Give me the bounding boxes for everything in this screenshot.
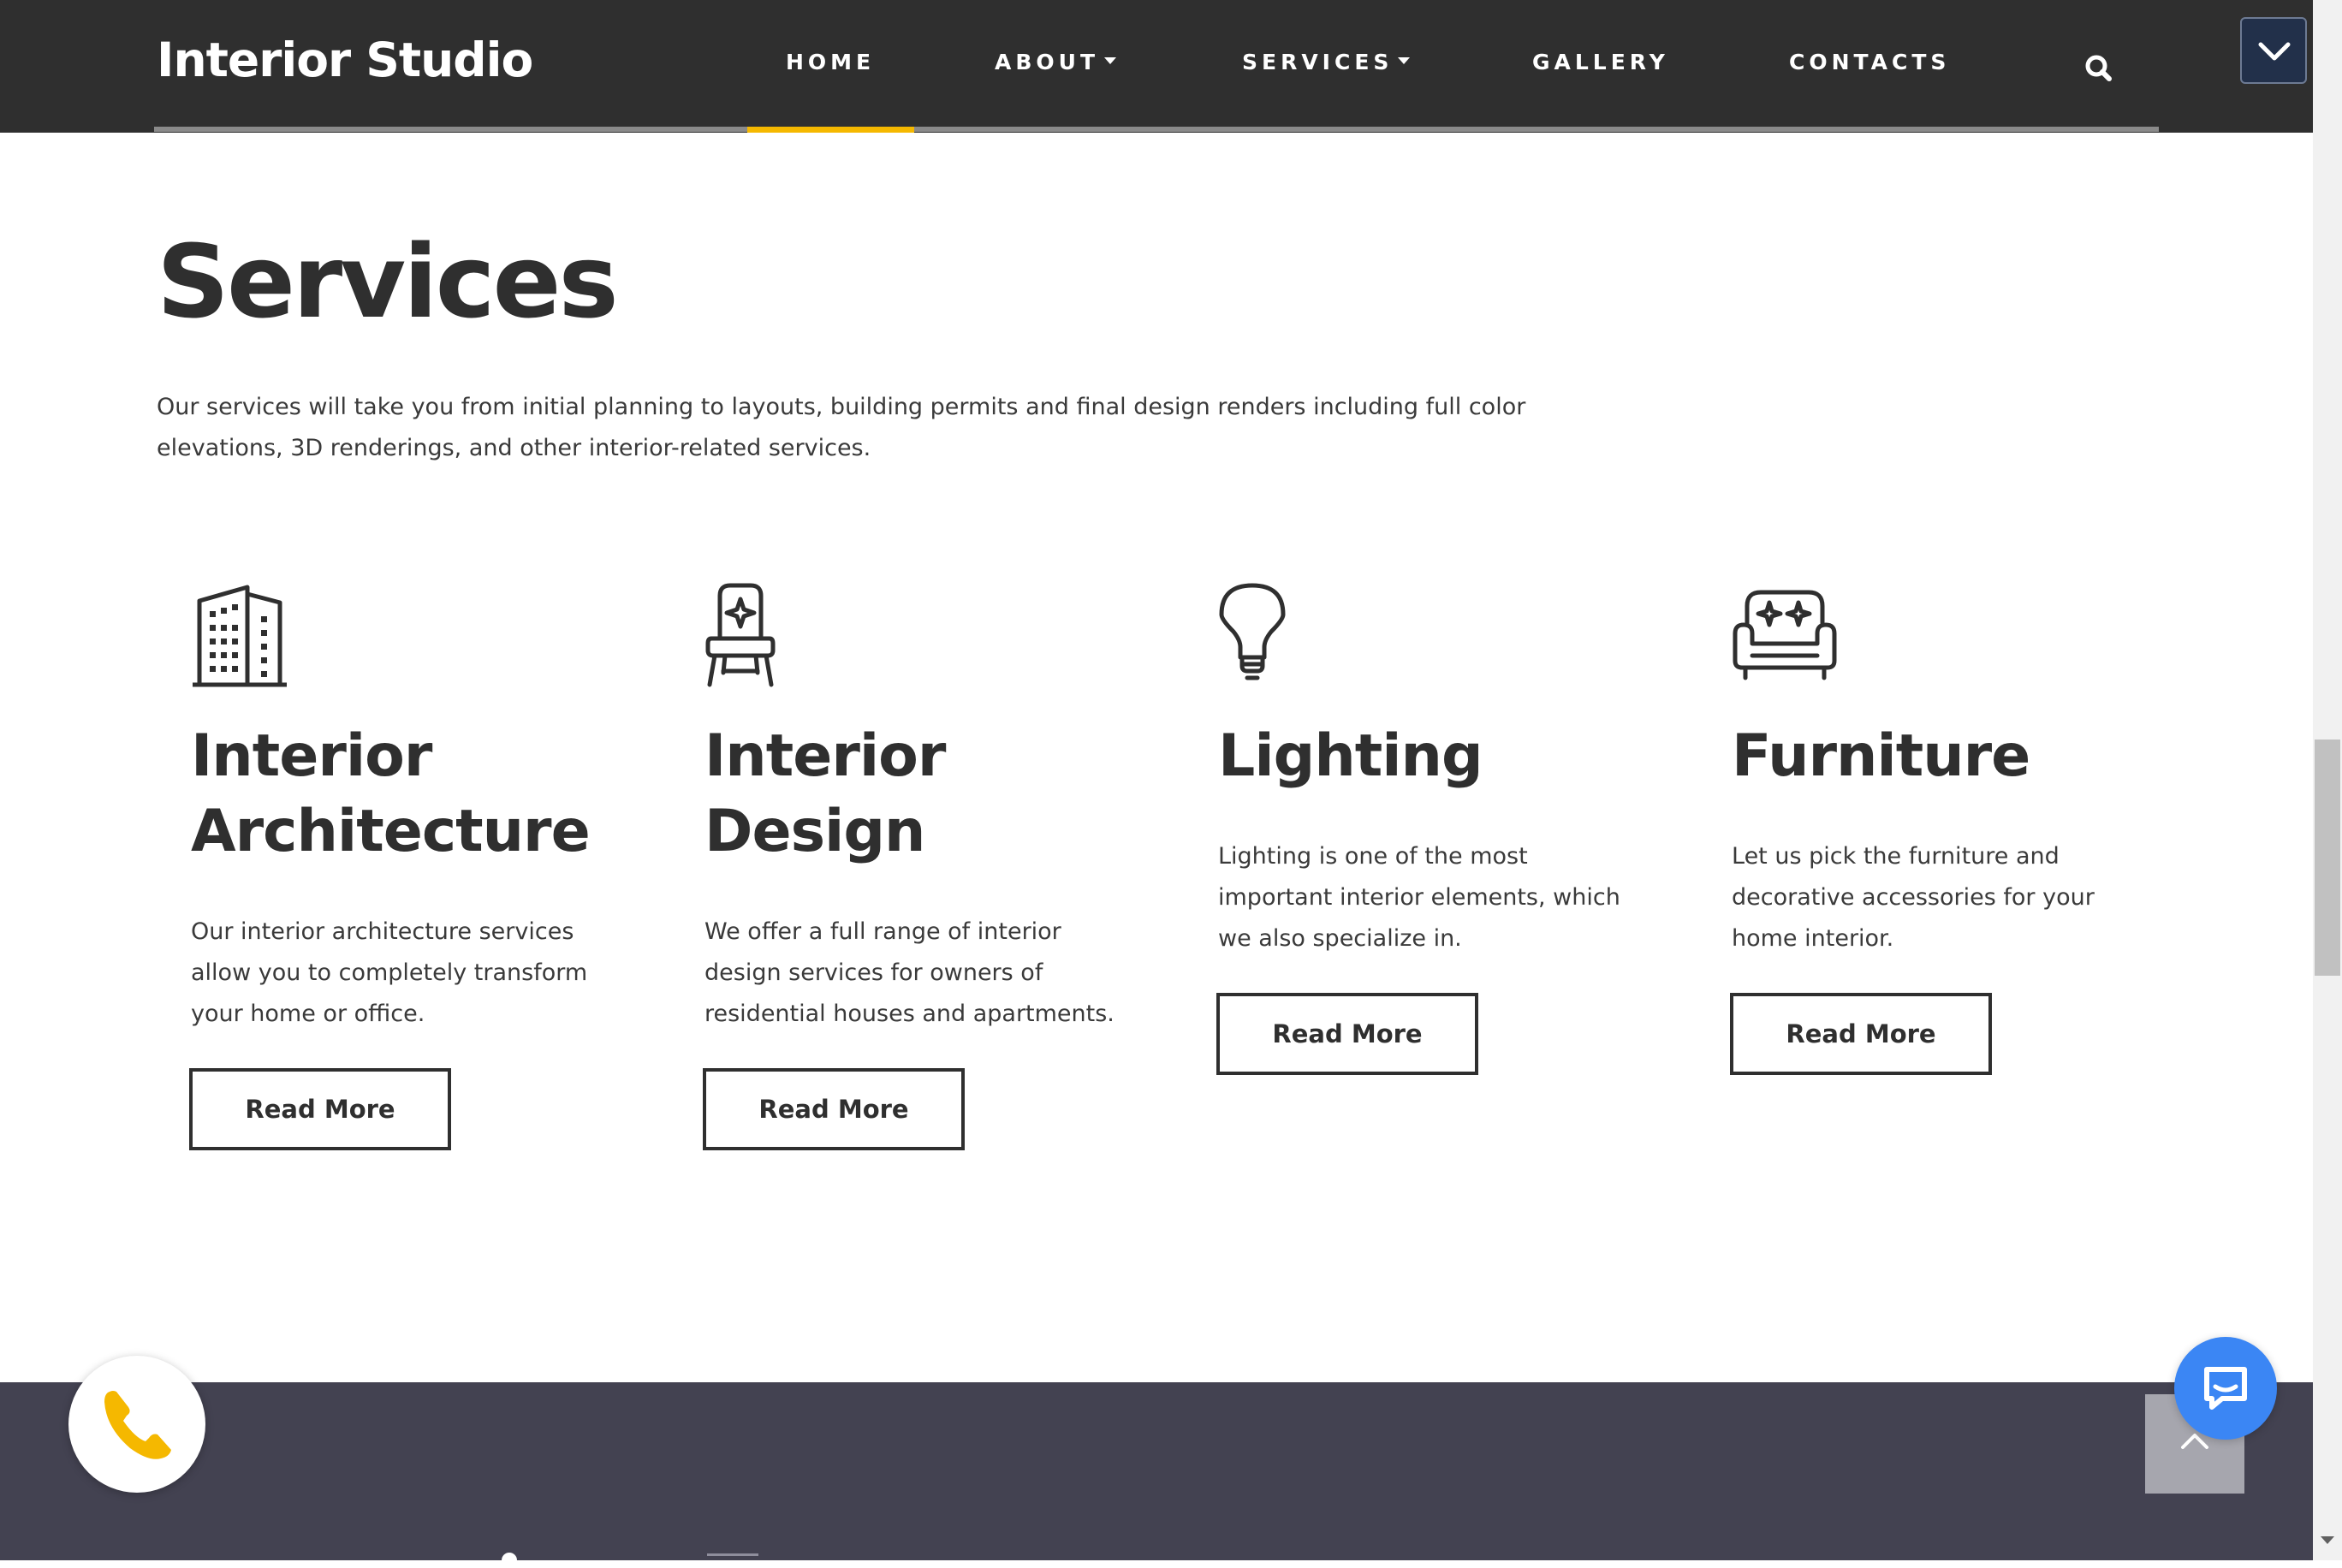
- nav-services[interactable]: SERVICES: [1242, 50, 1411, 75]
- call-button[interactable]: [68, 1356, 205, 1493]
- footer-partial-glyph: [502, 1553, 517, 1568]
- nav-active-indicator: [747, 127, 914, 133]
- nav-home[interactable]: HOME: [786, 50, 875, 75]
- light-bulb-icon: [1218, 582, 1287, 692]
- search-icon[interactable]: [2082, 51, 2116, 86]
- service-description: Let us pick the furniture and decorative…: [1732, 843, 2095, 952]
- building-icon: [191, 582, 290, 692]
- service-title: Interior Architecture: [191, 722, 591, 865]
- caret-down-icon: [1104, 57, 1117, 64]
- caret-down-icon: [1398, 57, 1411, 64]
- read-more-button[interactable]: Read More: [1216, 993, 1478, 1075]
- nav-contacts[interactable]: CONTACTS: [1789, 50, 1950, 75]
- nav-underline: [154, 127, 2159, 132]
- armchair-icon: [1732, 582, 1838, 681]
- menu-toggle-button[interactable]: [2240, 17, 2307, 84]
- service-title: Interior Design: [704, 722, 946, 865]
- scrollbar-thumb[interactable]: [2315, 739, 2340, 976]
- service-title: Furniture: [1732, 722, 2030, 790]
- services-intro: Our services will take you from initial …: [157, 394, 1526, 461]
- scroll-down-arrow-icon[interactable]: [2321, 1536, 2334, 1544]
- nav-about-label: ABOUT: [995, 50, 1100, 74]
- nav-about[interactable]: ABOUT: [995, 50, 1117, 75]
- nav-services-label: SERVICES: [1242, 50, 1394, 74]
- read-more-button[interactable]: Read More: [189, 1068, 451, 1150]
- page-title: Services: [157, 223, 619, 341]
- site-header: Interior Studio HOME ABOUT SERVICES GALL…: [0, 0, 2313, 133]
- footer-section: [0, 1382, 2313, 1560]
- service-description: Lighting is one of the most important in…: [1218, 843, 1620, 952]
- nav-gallery[interactable]: GALLERY: [1532, 50, 1669, 75]
- read-more-button[interactable]: Read More: [1730, 993, 1992, 1075]
- service-title: Lighting: [1218, 722, 1483, 790]
- footer-partial-glyph: [707, 1553, 758, 1563]
- service-description: We offer a full range of interior design…: [704, 918, 1115, 1027]
- chevron-down-icon: [2258, 42, 2291, 61]
- phone-icon: [104, 1391, 171, 1459]
- site-logo[interactable]: Interior Studio: [157, 33, 533, 87]
- read-more-button[interactable]: Read More: [703, 1068, 965, 1150]
- chair-icon: [704, 582, 776, 692]
- chat-icon: [2204, 1367, 2247, 1410]
- service-description: Our interior architecture services allow…: [191, 918, 588, 1027]
- chat-button[interactable]: [2174, 1337, 2277, 1440]
